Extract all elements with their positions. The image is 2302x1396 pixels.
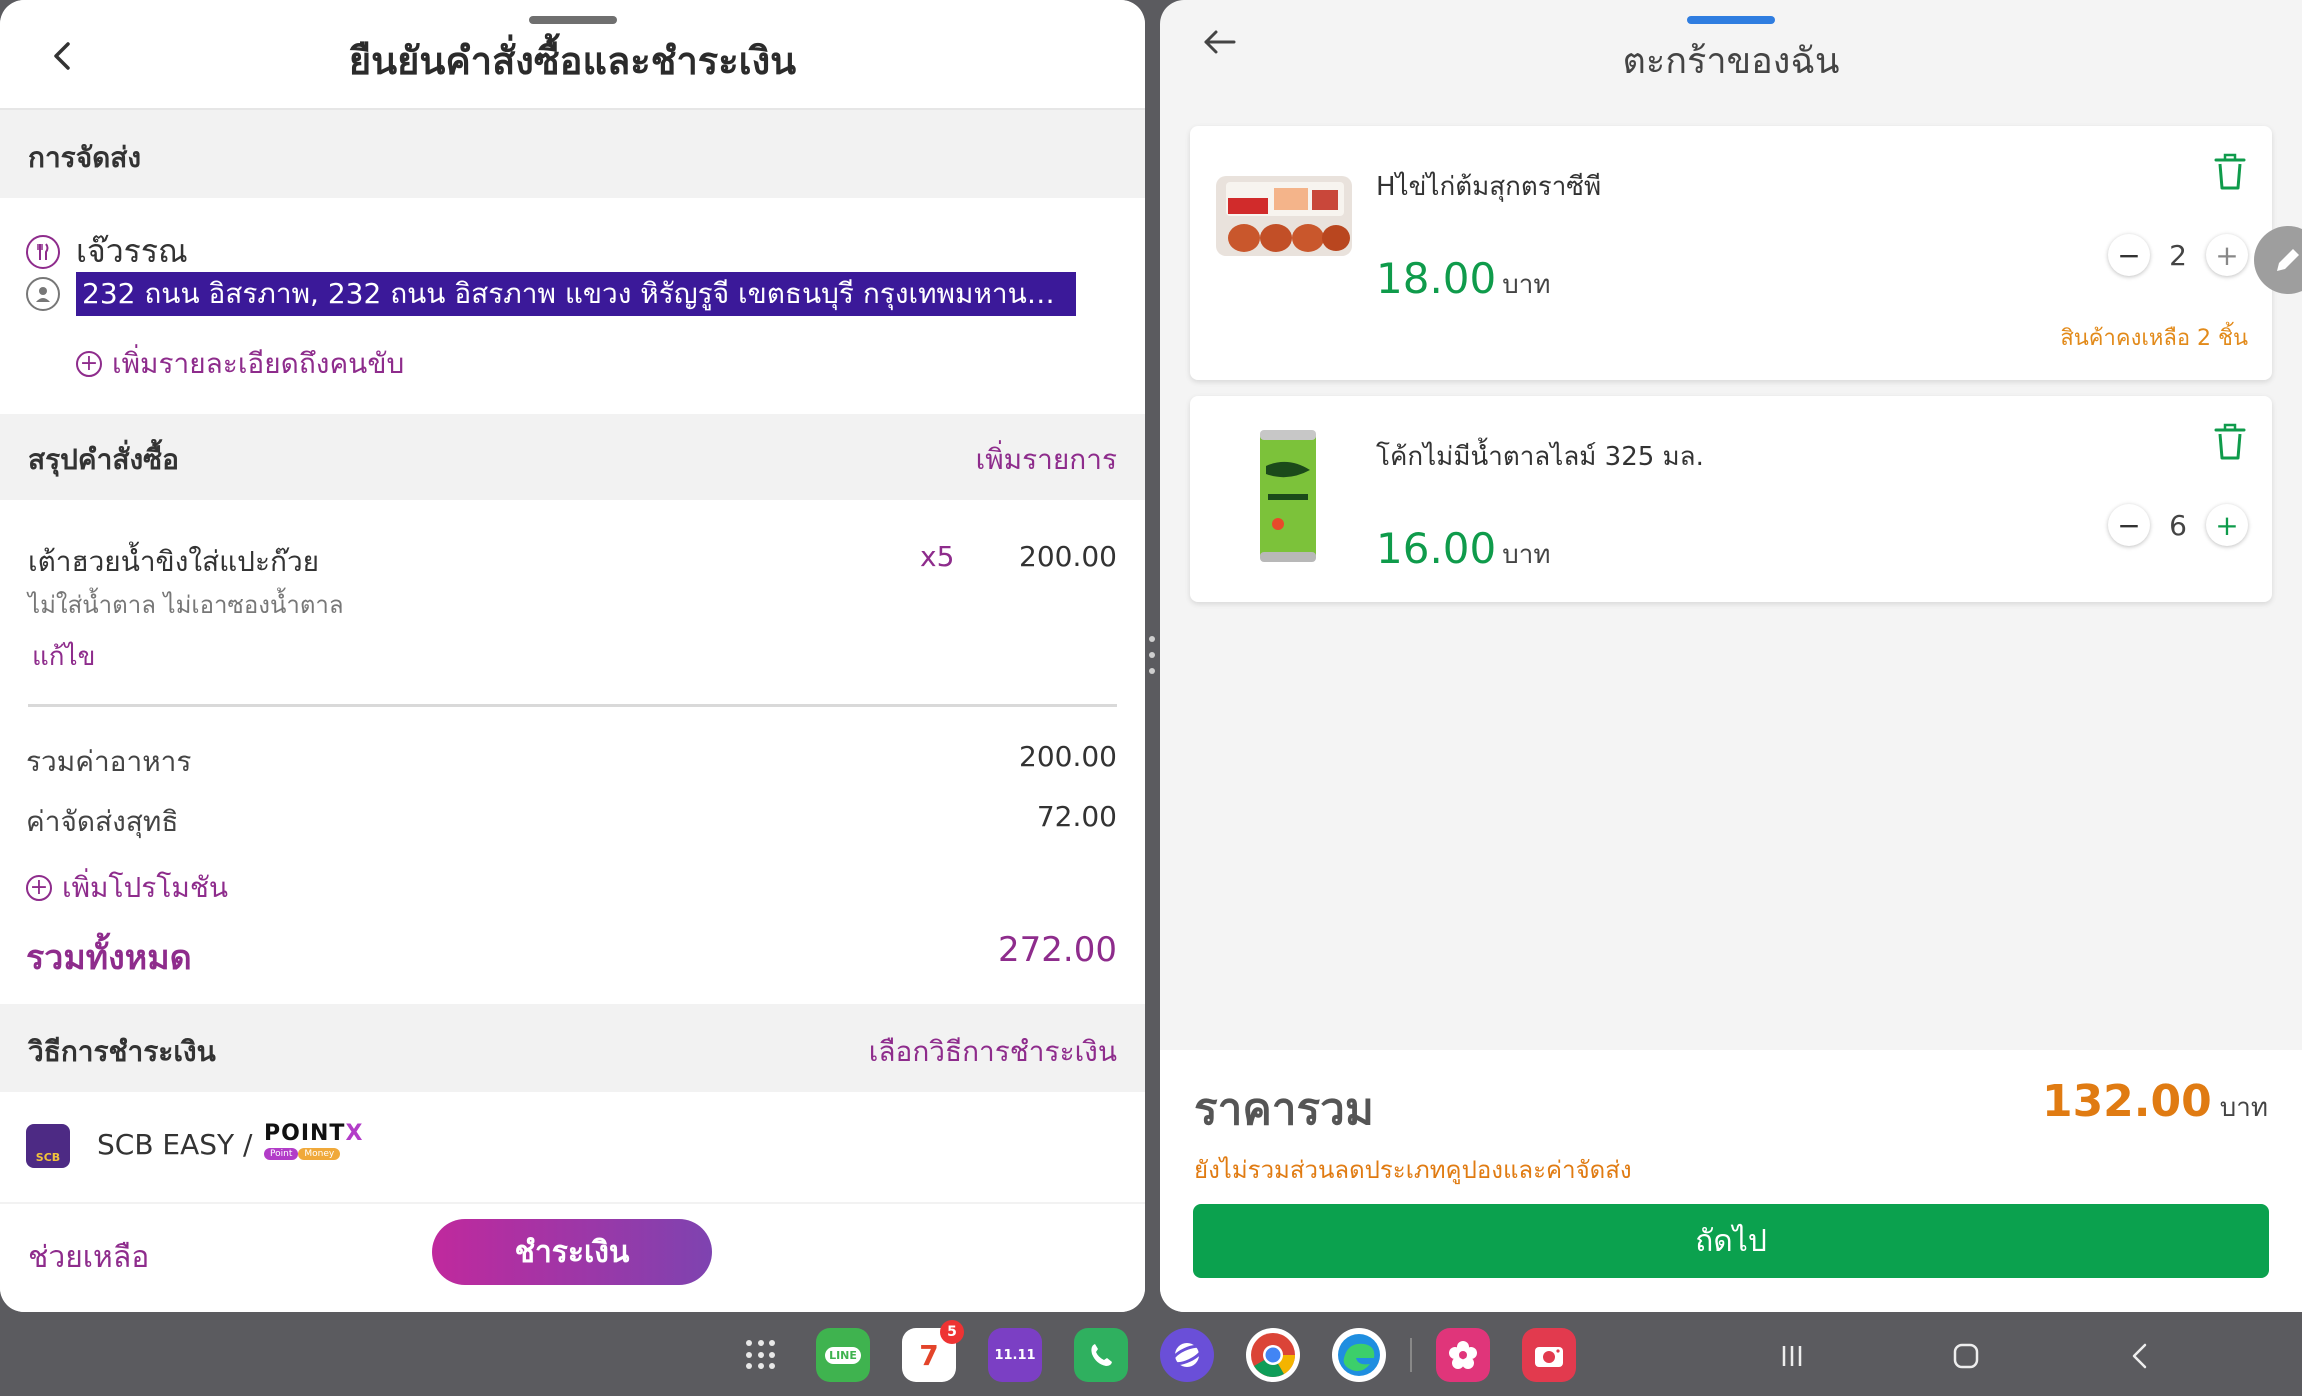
utensils-icon	[26, 234, 60, 269]
payment-section-title: วิธีการชำระเงิน	[28, 1035, 216, 1068]
cart-title: ตะกร้าของฉัน	[1622, 41, 1840, 82]
add-driver-note-link[interactable]: + เพิ่มรายละเอียดถึงคนขับ	[76, 342, 404, 386]
add-circle-icon: +	[76, 351, 102, 377]
delivery-address: 232 ถนน อิสรภาพ, 232 ถนน อิสรภาพ แขวง หิ…	[76, 272, 1076, 316]
cart-item[interactable]: โค้กไม่มีน้ำตาลไลม์ 325 มล. 16.00 บาท − 6…	[1190, 396, 2272, 602]
checkout-header: ยืนยันคำสั่งซื้อและชำระเงิน	[0, 0, 1145, 110]
payment-section-header: วิธีการชำระเงิน เลือกวิธีการชำระเงิน	[0, 1006, 1145, 1092]
total-label: ราคารวม	[1194, 1084, 1374, 1135]
add-items-link[interactable]: เพิ่มรายการ	[976, 438, 1117, 482]
taskbar-separator	[1410, 1338, 1412, 1372]
decrement-button[interactable]: −	[2108, 234, 2150, 276]
add-promo-label: เพิ่มโปรโมชัน	[62, 871, 228, 904]
cart-item-name: โค้กไม่มีน้ำตาลไลม์ 325 มล.	[1376, 442, 1704, 472]
stock-note: สินค้าคงเหลือ 2 ชิ้น	[2060, 326, 2248, 351]
order-item-price: 200.00	[1019, 540, 1117, 573]
summary-section-header: สรุปคำสั่งซื้อ เพิ่มรายการ	[0, 414, 1145, 500]
increment-button[interactable]: +	[2206, 504, 2248, 546]
pane-drag-handle[interactable]	[1687, 16, 1775, 24]
total-note: ยังไม่รวมส่วนลดประเภทคูปองและค่าจัดส่ง	[1194, 1156, 1632, 1184]
add-promo-link[interactable]: + เพิ่มโปรโมชัน	[26, 866, 228, 910]
chrome-icon[interactable]	[1246, 1328, 1300, 1382]
choose-payment-link[interactable]: เลือกวิธีการชำระเงิน	[869, 1030, 1117, 1074]
taskbar: LINE 7 5 11.11	[0, 1312, 2302, 1396]
summary-section-title: สรุปคำสั่งซื้อ	[28, 443, 179, 476]
add-driver-note-label: เพิ่มรายละเอียดถึงคนขับ	[112, 347, 405, 380]
order-item-name: เต้าฮวยน้ำขิงใส่แปะก๊วย	[28, 545, 320, 578]
order-item-note: ไม่ใส่น้ำตาล ไม่เอาซองน้ำตาล	[28, 591, 344, 619]
trash-icon[interactable]	[2212, 422, 2248, 462]
camera-app-icon[interactable]	[1522, 1328, 1576, 1382]
divider	[28, 704, 1117, 707]
scb-logo: SCB	[26, 1124, 70, 1168]
pay-button[interactable]: ชำระเงิน	[432, 1219, 712, 1285]
seven-eleven-app-icon[interactable]: 7 5	[902, 1320, 964, 1382]
restaurant-name: เจ๊วรรณ	[76, 232, 188, 270]
delivery-fee-value: 72.00	[1036, 800, 1117, 833]
pencil-icon	[2277, 249, 2299, 271]
add-circle-icon: +	[26, 875, 52, 901]
grand-total-label: รวมทั้งหมด	[26, 938, 192, 978]
delivery-section-header: การจัดส่ง	[0, 112, 1145, 198]
notification-badge: 5	[940, 1320, 964, 1344]
samsung-internet-icon[interactable]	[1160, 1328, 1214, 1382]
cart-item-price: 18.00 บาท	[1376, 254, 1551, 303]
phone-app-icon[interactable]	[1074, 1328, 1128, 1382]
restaurant-row: เจ๊วรรณ	[26, 226, 188, 277]
back-nav-button[interactable]	[2118, 1334, 2162, 1378]
product-image-coke-lime	[1214, 426, 1354, 566]
next-button[interactable]: ถัดไป	[1193, 1204, 2269, 1278]
quantity-value: 6	[2169, 508, 2187, 542]
food-total-value: 200.00	[1019, 740, 1117, 773]
split-view-handle[interactable]	[1148, 636, 1156, 682]
checkout-pane: ยืนยันคำสั่งซื้อและชำระเงิน การจัดส่ง เจ…	[0, 0, 1145, 1312]
delivery-block: เจ๊วรรณ 232 ถนน อิสรภาพ, 232 ถนน อิสรภาพ…	[0, 198, 1145, 414]
cart-item-name: Hไข่ไก่ต้มสุกตราซีพี	[1376, 172, 1602, 202]
help-link[interactable]: ช่วยเหลือ	[28, 1234, 149, 1281]
increment-button[interactable]: +	[2206, 234, 2248, 276]
line-app-icon[interactable]: LINE	[816, 1328, 870, 1382]
grand-total-value: 272.00	[998, 930, 1117, 970]
app-drawer-icon[interactable]	[746, 1340, 776, 1370]
quantity-value: 2	[2169, 238, 2187, 272]
address-row[interactable]: 232 ถนน อิสรภาพ, 232 ถนน อิสรภาพ แขวง หิ…	[26, 272, 1076, 316]
blossom-app-icon[interactable]	[1436, 1328, 1490, 1382]
trash-icon[interactable]	[2212, 152, 2248, 192]
food-total-label: รวมค่าอาหาร	[26, 745, 192, 778]
cart-item[interactable]: Hไข่ไก่ต้มสุกตราซีพี 18.00 บาท − 2 + สินค…	[1190, 126, 2272, 380]
cart-total-panel: ราคารวม 132.00 บาท ยังไม่รวมส่วนลดประเภทค…	[1160, 1050, 2302, 1312]
product-image-eggs	[1214, 168, 1354, 308]
quantity-stepper[interactable]: − 2 +	[2108, 234, 2248, 276]
delivery-section-title: การจัดส่ง	[28, 141, 142, 174]
pane-drag-handle[interactable]	[529, 16, 617, 24]
lazada-app-icon[interactable]: 11.11	[988, 1328, 1042, 1382]
delivery-fee-label: ค่าจัดส่งสุทธิ	[26, 805, 179, 838]
payment-method-text: SCB EASY /	[97, 1128, 253, 1161]
total-value: 132.00 บาท	[2041, 1076, 2268, 1127]
pointx-logo: POINTX Point Money	[264, 1121, 363, 1160]
edit-item-link[interactable]: แก้ไข	[32, 636, 95, 677]
edge-icon[interactable]	[1332, 1328, 1386, 1382]
home-button[interactable]	[1944, 1334, 1988, 1378]
cart-item-price: 16.00 บาท	[1376, 524, 1551, 573]
order-item-qty: x5	[920, 540, 955, 573]
person-icon	[26, 277, 60, 311]
recent-apps-button[interactable]	[1770, 1334, 1814, 1378]
decrement-button[interactable]: −	[2108, 504, 2150, 546]
page-title: ยืนยันคำสั่งซื้อและชำระเงิน	[348, 39, 797, 83]
quantity-stepper[interactable]: − 6 +	[2108, 504, 2248, 546]
cart-pane: ตะกร้าของฉัน Hไข่ไก่ต้มสุกตราซีพี 18.00 บ…	[1160, 0, 2302, 1312]
